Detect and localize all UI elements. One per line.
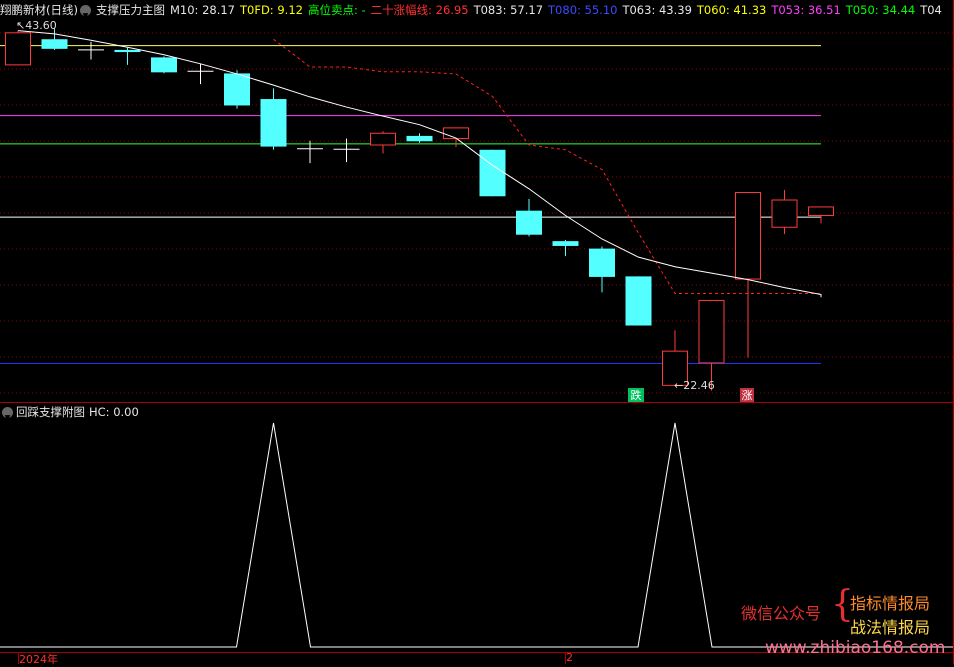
candle-down <box>552 240 579 257</box>
candle-down <box>589 246 615 293</box>
candle-up <box>771 189 798 235</box>
candle-down <box>114 47 141 65</box>
candle-body <box>625 276 652 326</box>
indicator-name[interactable]: 支撑压力主图 <box>96 0 165 20</box>
indicator-value: T0FD: 9.12 <box>240 3 303 17</box>
candle-body <box>516 210 542 235</box>
indicator-value: T063: 43.39 <box>622 3 692 17</box>
candle-down <box>479 149 506 197</box>
candle-down <box>516 198 542 237</box>
candle-up <box>370 131 396 154</box>
candle-body <box>224 73 250 106</box>
watermark-name-2: 战法情报局 <box>850 618 931 637</box>
buy-signal-tag: 跌 <box>628 388 644 403</box>
candle-down <box>260 88 287 150</box>
candle-up <box>735 192 761 358</box>
candle-up <box>5 30 31 66</box>
candle-body <box>41 39 68 49</box>
candle-up <box>808 206 834 224</box>
candle-body <box>114 49 141 53</box>
candle-body <box>552 241 579 246</box>
candle-body <box>260 99 287 147</box>
candle-body <box>406 135 433 142</box>
indicator-values: M10: 28.17 T0FD: 9.12 高位卖点: - 二十涨幅线: 26.95 T… <box>170 0 947 20</box>
candle-body <box>443 127 469 140</box>
watermark-url: www.zhibiao168.com <box>765 638 946 658</box>
candle-down <box>333 138 360 163</box>
candle-body <box>808 206 834 216</box>
candle-body <box>151 57 177 73</box>
indicator-value: T053: 36.51 <box>771 3 841 17</box>
support-resistance-lines <box>0 45 821 364</box>
month-label: 2 <box>566 651 573 664</box>
candle-down <box>78 41 104 60</box>
candlestick-series <box>5 28 834 391</box>
collapse-icon[interactable]: ▾ <box>79 5 91 20</box>
candle-body <box>735 192 761 280</box>
candle-body <box>589 248 615 277</box>
main-indicator-header: 翔鹏新材(日线) ▾ 支撑压力主图 M10: 28.17 T0FD: 9.12 高位卖点:… <box>0 0 954 20</box>
m10-series <box>17 30 822 298</box>
indicator-value: T080: 55.10 <box>548 3 618 17</box>
candle-up <box>698 299 725 391</box>
stock-title[interactable]: 翔鹏新材(日线) <box>0 0 78 20</box>
year-label: 2024年 <box>19 653 58 666</box>
watermark-wechat: 微信公众号 <box>741 604 822 623</box>
indicator-value: T050: 34.44 <box>845 3 916 17</box>
indicator-value: M10: 28.17 <box>169 3 235 17</box>
high-price-label: ↖43.60 <box>16 19 57 32</box>
low-price-label: ←22.46 <box>674 379 715 392</box>
watermark-name-1: 指标情报局 <box>850 594 931 613</box>
sell-signal-tag: 涨 <box>740 388 754 403</box>
candle-body <box>5 32 31 66</box>
m10-line <box>17 30 822 298</box>
candle-body <box>698 299 725 364</box>
main-chart[interactable] <box>0 20 954 403</box>
indicator-value: 高位卖点: - <box>307 3 366 17</box>
indicator-value: 二十涨幅线: 26.95 <box>370 3 469 17</box>
candle-up <box>662 330 688 386</box>
indicator-value: T060: 41.33 <box>696 3 767 17</box>
candle-body <box>370 132 396 146</box>
candle-body <box>479 149 506 197</box>
candle-down <box>151 56 177 74</box>
indicator-value: T04 <box>920 3 942 17</box>
candle-down <box>224 70 250 109</box>
candle-down <box>625 276 652 326</box>
indicator-value: T083: 57.17 <box>473 3 544 17</box>
candle-body <box>771 199 798 228</box>
